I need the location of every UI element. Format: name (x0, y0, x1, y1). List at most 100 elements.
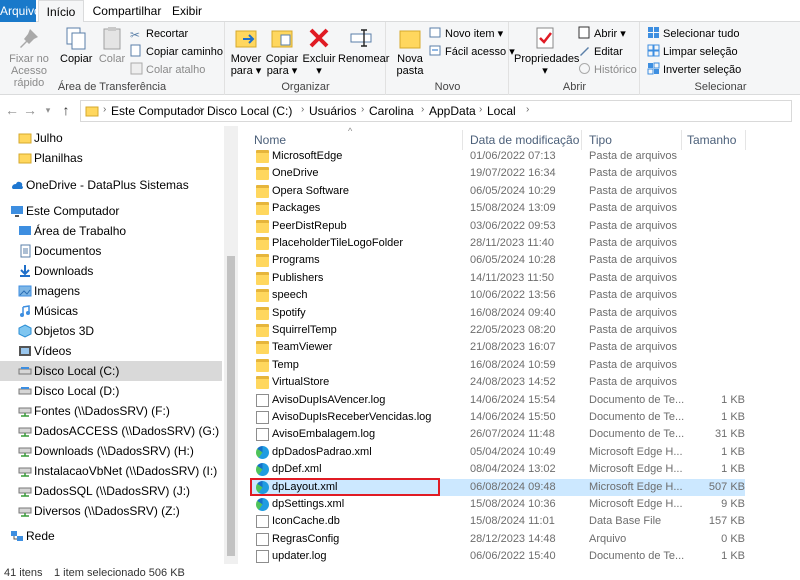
invert-selection-button[interactable]: Inverter seleção (647, 62, 741, 78)
history-button[interactable]: Histórico (578, 62, 637, 78)
file-row[interactable]: speech 10/06/2022 13:56 Pasta de arquivos (250, 287, 745, 304)
new-item-button[interactable]: Novo item ▾ (429, 26, 503, 42)
up-arrow-icon[interactable]: ↑ (58, 102, 74, 118)
select-all-button[interactable]: Selecionar tudo (647, 26, 739, 42)
column-header-size[interactable]: Tamanho (687, 130, 736, 150)
paste-shortcut-label: Colar atalho (146, 64, 206, 76)
nav-item-label: Downloads (\\DadosSRV) (H:) (34, 444, 194, 458)
nav-item[interactable]: Rede (0, 526, 222, 546)
file-row[interactable]: TeamViewer 21/08/2023 16:07 Pasta de arqui… (250, 339, 745, 356)
nav-item[interactable]: Documentos (0, 241, 222, 261)
file-row[interactable]: AvisoDupIsReceberVencidas.log 14/06/2024 … (250, 409, 745, 426)
file-row[interactable]: AvisoDupIsAVencer.log 14/06/2024 15:54 Doc… (250, 392, 745, 409)
file-row[interactable]: dpDef.xml 08/04/2024 13:02 Microsoft Edge … (250, 461, 745, 478)
select-none-button[interactable]: Limpar seleção (647, 44, 738, 60)
copy-button[interactable]: Copiar (60, 25, 92, 65)
forward-arrow-icon[interactable]: → (22, 102, 38, 118)
file-row[interactable]: AvisoEmbalagem.log 26/07/2024 11:48 Docume… (250, 426, 745, 443)
file-row[interactable]: SquirrelTemp 22/05/2023 08:20 Pasta de arq… (250, 322, 745, 339)
new-folder-button[interactable]: Nova pasta (393, 25, 427, 77)
nav-item[interactable]: Área de Trabalho (0, 221, 222, 241)
file-row[interactable]: dpSettings.xml 15/08/2024 10:36 Microsoft … (250, 496, 745, 513)
copy-path-button[interactable]: Copiar caminho (130, 44, 223, 60)
tab-file[interactable]: Arquivo (0, 0, 41, 22)
file-row[interactable]: OneDrive 19/07/2022 16:34 Pasta de arquivo… (250, 165, 745, 182)
nav-item[interactable]: Julho (0, 128, 222, 148)
nav-item[interactable]: Downloads (\\DadosSRV) (H:) (0, 441, 222, 461)
nav-item[interactable]: Objetos 3D (0, 321, 222, 341)
nav-item[interactable]: InstalacaoVbNet (\\DadosSRV) (I:) (0, 461, 222, 481)
column-separator[interactable] (745, 130, 746, 150)
breadcrumb-users[interactable]: Usuários (309, 104, 356, 118)
file-row[interactable]: Programs 06/05/2024 10:28 Pasta de arquivo… (250, 252, 745, 269)
file-row[interactable]: Temp 16/08/2024 10:59 Pasta de arquivos (250, 357, 745, 374)
tab-share[interactable]: Compartilhar (88, 0, 166, 22)
file-row[interactable]: MicrosoftEdge 01/06/2022 07:13 Pasta de ar… (250, 148, 745, 165)
copy-to-button[interactable]: Copiar para ▾ (264, 25, 300, 77)
breadcrumb-separator: › (199, 104, 203, 115)
pin-quick-access-button[interactable]: Fixar no Acesso rápido (0, 25, 58, 89)
file-row[interactable]: Packages 15/08/2024 13:09 Pasta de arquivo… (250, 200, 745, 217)
breadcrumb-this-pc[interactable]: Este Computador (111, 104, 204, 118)
recent-locations-icon[interactable]: ▾ (40, 105, 56, 116)
nav-item[interactable]: Músicas (0, 301, 222, 321)
breadcrumb-appdata[interactable]: AppData (429, 104, 476, 118)
file-row[interactable]: updater.log 06/06/2022 15:40 Documento de … (250, 548, 745, 565)
nav-item[interactable]: Diversos (\\DadosSRV) (Z:) (0, 501, 222, 521)
back-arrow-icon[interactable]: ← (4, 102, 20, 118)
nav-item[interactable]: Downloads (0, 261, 222, 281)
nav-item[interactable]: OneDrive - DataPlus Sistemas (0, 175, 222, 195)
paste-button[interactable]: Colar (96, 25, 128, 65)
open-button[interactable]: Abrir ▾ (578, 26, 626, 42)
file-row[interactable]: Publishers 14/11/2023 11:50 Pasta de arqui… (250, 270, 745, 287)
column-separator[interactable] (581, 130, 582, 150)
nav-item[interactable]: Fontes (\\DadosSRV) (F:) (0, 401, 222, 421)
move-to-label: Mover para (230, 53, 262, 77)
nav-scrollbar-thumb[interactable] (227, 256, 235, 556)
file-row[interactable]: Spotify 16/08/2024 09:40 Pasta de arquivos (250, 305, 745, 322)
file-row[interactable]: IconCache.db 15/08/2024 11:01 Data Base Fi… (250, 513, 745, 530)
nav-item[interactable]: Imagens (0, 281, 222, 301)
column-header-type[interactable]: Tipo (589, 130, 612, 150)
nav-scrollbar[interactable] (224, 126, 238, 564)
file-name: Spotify (272, 306, 306, 319)
cut-button[interactable]: ✂ Recortar (130, 26, 188, 42)
file-row[interactable]: RegrasConfig 28/12/2023 14:48 Arquivo 0 KB (250, 531, 745, 548)
paste-shortcut-button[interactable]: Colar atalho (130, 62, 205, 78)
tab-home[interactable]: Início (38, 0, 84, 23)
nav-item[interactable]: Disco Local (D:) (0, 381, 222, 401)
file-row[interactable]: dpDadosPadrao.xml 05/04/2024 10:49 Microso… (250, 444, 745, 461)
rename-button[interactable]: Renomear (338, 25, 389, 65)
easy-access-button[interactable]: Fácil acesso ▾ (429, 44, 515, 60)
file-row[interactable]: Opera Software 06/05/2024 10:29 Pasta de a… (250, 183, 745, 200)
nav-item[interactable]: Planilhas (0, 148, 222, 168)
nav-item[interactable]: Disco Local (C:) (0, 361, 222, 381)
column-header-date[interactable]: Data de modificação (470, 130, 579, 150)
breadcrumb-carolina[interactable]: Carolina (369, 104, 414, 118)
breadcrumb-local[interactable]: Local (487, 104, 516, 118)
properties-button[interactable]: Propriedades ▾ (514, 25, 579, 77)
move-to-button[interactable]: Mover para ▾ (228, 25, 264, 77)
tab-view[interactable]: Exibir (168, 0, 206, 22)
file-row[interactable]: VirtualStore 24/08/2023 14:52 Pasta de arq… (250, 374, 745, 391)
delete-button[interactable]: Excluir ▾ (302, 25, 336, 77)
address-bar[interactable]: › Este Computador › Disco Local (C:) › U… (80, 100, 792, 122)
file-row[interactable]: PeerDistRepub 03/06/2022 09:53 Pasta de ar… (250, 218, 745, 235)
nav-item[interactable]: DadosACCESS (\\DadosSRV) (G:) (0, 421, 222, 441)
column-header-name[interactable]: Nome (254, 130, 286, 150)
edit-label: Editar (594, 46, 623, 58)
nav-item-label: Músicas (34, 304, 79, 318)
nav-item[interactable]: Este Computador (0, 201, 222, 221)
breadcrumb-local-disk[interactable]: Disco Local (C:) (207, 104, 292, 118)
file-name: RegrasConfig (272, 532, 340, 545)
file-date: 14/11/2023 11:50 (470, 271, 555, 284)
edit-button[interactable]: Editar (578, 44, 623, 60)
nav-item[interactable]: Vídeos (0, 341, 222, 361)
invert-selection-label: Inverter seleção (663, 64, 742, 76)
file-row[interactable]: PlaceholderTileLogoFolder 28/11/2023 11:4… (250, 235, 745, 252)
column-separator[interactable] (462, 130, 463, 150)
file-name: IconCache.db (272, 515, 340, 528)
nav-item[interactable]: DadosSQL (\\DadosSRV) (J:) (0, 481, 222, 501)
column-separator[interactable] (681, 130, 682, 150)
file-type: Pasta de arquivos (589, 184, 678, 197)
